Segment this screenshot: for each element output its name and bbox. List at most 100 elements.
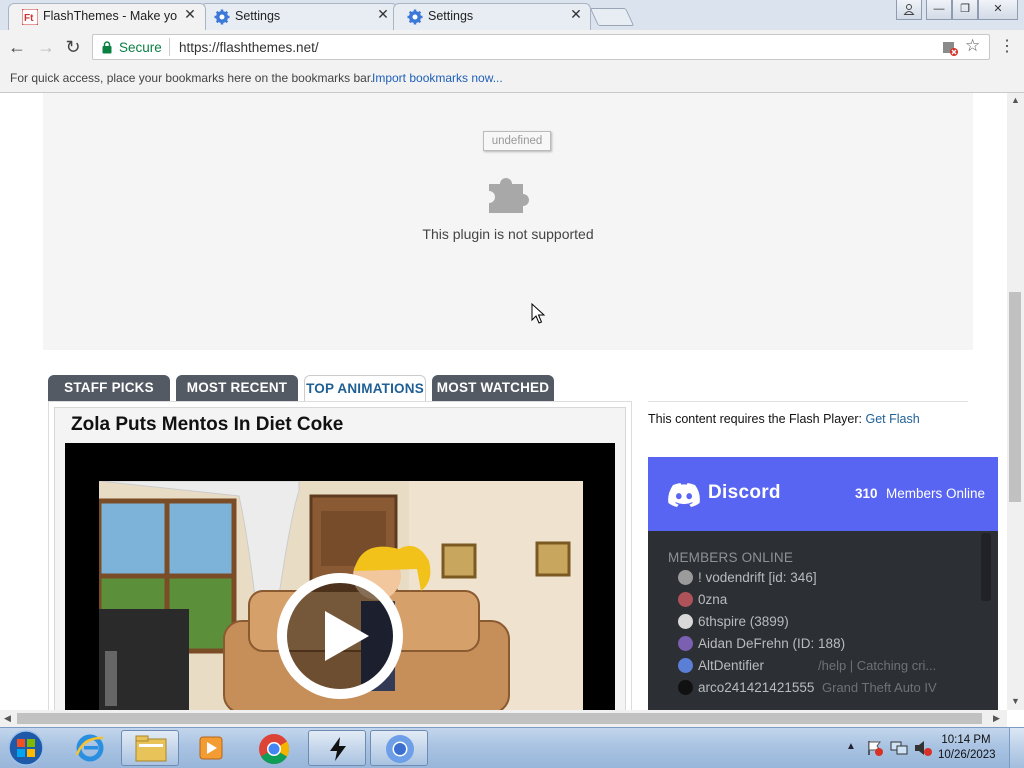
mouse-cursor-icon <box>531 303 545 324</box>
member-name: 0zna <box>698 592 728 607</box>
avatar <box>678 636 693 651</box>
member-name: 6thspire (3899) <box>698 614 789 629</box>
tab-close-icon[interactable]: ✕ <box>376 7 390 21</box>
vertical-scroll-thumb[interactable] <box>1009 292 1021 502</box>
tab-strip: Ft FlashThemes - Make your ✕ Settings ✕ … <box>0 0 1024 30</box>
member-name: arco241421421555 <box>698 680 815 695</box>
plugin-not-supported-text: This plugin is not supported <box>422 226 594 242</box>
discord-logo-icon[interactable] <box>668 483 700 507</box>
taskbar: ▲ 10:14 PM 10/26/2023 <box>0 727 1024 768</box>
page-viewport: undefined This plugin is not supported S… <box>0 93 1007 710</box>
flash-plugin-placeholder[interactable]: undefined This plugin is not supported <box>43 93 973 350</box>
puzzle-piece-icon <box>489 178 529 213</box>
horizontal-scroll-thumb[interactable] <box>17 713 982 724</box>
chromium-icon <box>386 735 414 763</box>
user-profile-icon[interactable] <box>896 0 922 20</box>
gear-icon <box>407 9 423 25</box>
video-card: Zola Puts Mentos In Diet Coke <box>54 407 626 710</box>
discord-brand-text: Discord <box>708 482 781 503</box>
list-item[interactable]: 0zna <box>678 592 727 612</box>
list-item[interactable]: arco241421421555 Grand Theft Auto IV <box>678 680 937 700</box>
chrome-icon <box>259 734 290 765</box>
list-item[interactable]: 6thspire (3899) <box>678 614 789 634</box>
minimize-button[interactable]: — <box>926 0 952 20</box>
bookmark-star-icon[interactable]: ☆ <box>965 36 980 56</box>
lock-icon <box>102 41 112 54</box>
internet-explorer-taskbar-button[interactable] <box>62 730 120 766</box>
file-explorer-taskbar-button[interactable] <box>121 730 179 766</box>
show-hidden-icons-arrow-icon[interactable]: ▲ <box>846 741 856 752</box>
tab-close-icon[interactable]: ✕ <box>183 7 197 21</box>
flash-required-notice: This content requires the Flash Player: … <box>648 412 920 426</box>
tab-top-animations[interactable]: TOP ANIMATIONS <box>304 375 426 402</box>
media-player-taskbar-button[interactable] <box>182 730 240 766</box>
volume-muted-icon[interactable] <box>914 740 932 756</box>
network-icon[interactable] <box>890 740 908 756</box>
address-bar[interactable]: Secure https://flashthemes.net/ ☆ <box>92 34 990 60</box>
vertical-scrollbar[interactable]: ▲ ▼ <box>1007 93 1024 710</box>
undefined-tooltip: undefined <box>483 131 551 151</box>
member-activity: /help | Catching cri... <box>818 658 937 673</box>
menu-kebab-icon[interactable]: ⋮ <box>996 36 1018 58</box>
video-player[interactable] <box>65 443 615 710</box>
tab-title: Settings <box>428 9 474 23</box>
avatar <box>678 680 693 695</box>
chromium-taskbar-button[interactable] <box>370 730 428 766</box>
online-label: Members Online <box>886 486 986 501</box>
system-clock[interactable]: 10:14 PM 10/26/2023 <box>938 733 996 763</box>
scroll-left-arrow-icon[interactable]: ◀ <box>4 713 11 724</box>
restore-button[interactable]: ❐ <box>952 0 978 20</box>
secure-label: Secure <box>119 40 162 55</box>
flash-app-taskbar-button[interactable] <box>308 730 366 766</box>
forward-arrow-icon[interactable]: → <box>35 36 57 58</box>
action-center-flag-icon[interactable] <box>866 740 884 756</box>
members-online-heading: MEMBERS ONLINE <box>668 550 794 565</box>
media-player-icon <box>199 736 223 760</box>
clock-time: 10:14 PM <box>941 734 991 746</box>
tab-settings-2[interactable]: Settings ✕ <box>393 3 591 30</box>
show-desktop-button[interactable] <box>1009 728 1024 768</box>
address-divider <box>169 38 170 56</box>
list-item[interactable]: AltDentifier/help | Catching cri... <box>678 658 936 678</box>
get-flash-link[interactable]: Get Flash <box>865 412 919 426</box>
discord-header: Discord 310 Members Online <box>648 457 998 531</box>
member-name: ! vodendrift [id: 346] <box>698 570 817 585</box>
tab-flashthemes[interactable]: Ft FlashThemes - Make your ✕ <box>8 3 206 30</box>
close-window-button[interactable]: ✕ <box>978 0 1018 20</box>
clock-date: 10/26/2023 <box>938 749 996 761</box>
list-item[interactable]: ! vodendrift [id: 346] <box>678 570 817 590</box>
scroll-right-arrow-icon[interactable]: ▶ <box>993 713 1000 724</box>
featured-video-panel: Zola Puts Mentos In Diet Coke <box>48 401 632 710</box>
scroll-up-arrow-icon[interactable]: ▲ <box>1011 95 1020 105</box>
video-title[interactable]: Zola Puts Mentos In Diet Coke <box>71 414 343 436</box>
new-tab-button[interactable] <box>589 8 635 26</box>
svg-text:Ft: Ft <box>24 13 34 24</box>
internet-explorer-icon <box>75 734 104 762</box>
windows-start-icon[interactable] <box>7 730 45 766</box>
tab-most-watched[interactable]: MOST WATCHED <box>432 375 554 401</box>
import-bookmarks-link[interactable]: Import bookmarks now... <box>372 71 503 85</box>
folder-icon <box>135 735 167 762</box>
online-count: 310 <box>855 486 878 501</box>
lightning-bolt-icon <box>330 737 346 761</box>
back-arrow-icon[interactable]: ← <box>6 36 28 58</box>
discord-scrollbar[interactable] <box>981 533 991 601</box>
url-text[interactable]: https://flashthemes.net/ <box>179 40 319 55</box>
play-button-icon[interactable] <box>277 573 403 699</box>
chrome-taskbar-button[interactable] <box>245 730 303 766</box>
gear-icon <box>214 9 230 25</box>
tab-title: Settings <box>235 9 281 23</box>
flash-required-text: This content requires the Flash Player: <box>648 412 866 426</box>
discord-widget: Discord 310 Members Online MEMBERS ONLIN… <box>648 457 998 710</box>
tab-close-icon[interactable]: ✕ <box>569 7 583 21</box>
list-item[interactable]: Aidan DeFrehn (ID: 188) <box>678 636 845 656</box>
tab-settings-1[interactable]: Settings ✕ <box>200 3 398 30</box>
flashthemes-favicon-icon: Ft <box>22 9 38 25</box>
scroll-down-arrow-icon[interactable]: ▼ <box>1011 696 1020 706</box>
plugin-blocked-icon[interactable] <box>942 40 958 56</box>
tab-most-recent[interactable]: MOST RECENT <box>176 375 298 401</box>
member-activity: Grand Theft Auto IV <box>822 680 937 695</box>
tab-staff-picks[interactable]: STAFF PICKS <box>48 375 170 401</box>
horizontal-scrollbar[interactable]: ◀ ▶ <box>0 710 1007 727</box>
reload-icon[interactable]: ↻ <box>62 36 84 58</box>
